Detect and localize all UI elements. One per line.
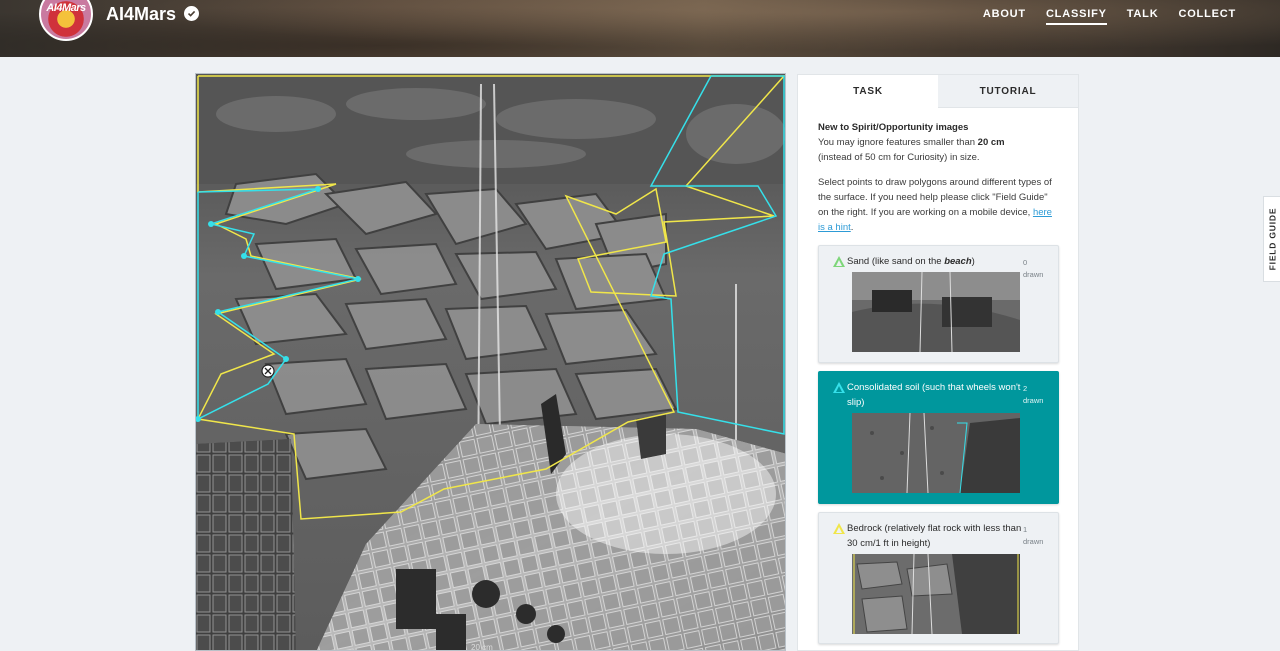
tool-sand-count-unit: drawn: [1023, 270, 1044, 279]
tool-sand-label-prefix: Sand (like sand on the: [847, 256, 945, 267]
project-title[interactable]: AI4Mars: [106, 4, 176, 25]
tool-sand-label-suffix: ): [971, 256, 975, 267]
subject-image-viewer[interactable]: 20 cm: [195, 73, 786, 651]
tool-sand-count: 0 drawn: [1023, 257, 1043, 281]
tab-tutorial[interactable]: TUTORIAL: [938, 75, 1078, 108]
task-line2: (instead of 50 cm for Curiosity) in size…: [818, 152, 980, 163]
project-header: AI4Mars AI4Mars ABOUT CLASSIFY TALK COLL…: [0, 0, 1280, 57]
triangle-tool-icon: [833, 256, 845, 267]
tool-consolidated-soil-count: 2 drawn: [1023, 383, 1043, 407]
tab-task[interactable]: TASK: [798, 75, 938, 108]
task-instructions: New to Spirit/Opportunity images You may…: [798, 108, 1078, 235]
nav-about[interactable]: ABOUT: [983, 8, 1026, 25]
task-heading: New to Spirit/Opportunity images: [818, 122, 969, 133]
triangle-tool-icon: [833, 382, 845, 393]
task-line1-bold: 20 cm: [977, 137, 1005, 148]
task-instructions-text: Select points to draw polygons around di…: [818, 177, 1052, 218]
tool-consolidated-soil-example-image: [852, 413, 1020, 493]
tool-consolidated-soil-count-unit: drawn: [1023, 396, 1044, 405]
tool-consolidated-soil-count-value: 2: [1023, 384, 1028, 393]
tool-bedrock-example-image: [852, 554, 1020, 634]
tool-sand-count-value: 0: [1023, 258, 1028, 267]
scale-label: 20 cm: [471, 643, 493, 651]
task-instructions-end: .: [850, 222, 854, 233]
task-tabs: TASK TUTORIAL: [798, 75, 1078, 108]
project-avatar[interactable]: AI4Mars: [39, 0, 93, 41]
tool-consolidated-soil[interactable]: Consolidated soil (such that wheels won'…: [818, 371, 1059, 504]
task-panel: TASK TUTORIAL New to Spirit/Opportunity …: [797, 74, 1079, 651]
task-line1-prefix: You may ignore features smaller than: [818, 137, 978, 148]
tool-sand-label: Sand (like sand on the beach): [847, 254, 1023, 269]
tool-sand[interactable]: Sand (like sand on the beach) 0 drawn: [818, 245, 1059, 363]
tool-sand-label-emph: beach: [944, 256, 972, 267]
triangle-tool-icon: [833, 523, 845, 534]
field-guide-tab[interactable]: FIELD GUIDE: [1263, 196, 1280, 282]
tool-consolidated-soil-label: Consolidated soil (such that wheels won'…: [847, 382, 1021, 408]
tool-bedrock-count-value: 1: [1023, 525, 1028, 534]
close-circle-icon[interactable]: [261, 364, 275, 378]
tool-sand-example-image: [852, 272, 1020, 352]
field-guide-label: FIELD GUIDE: [1267, 207, 1278, 271]
tool-bedrock-count: 1 drawn: [1023, 524, 1043, 548]
nav-talk[interactable]: TALK: [1127, 8, 1159, 25]
project-nav: ABOUT CLASSIFY TALK COLLECT: [983, 8, 1236, 25]
nav-classify[interactable]: CLASSIFY: [1045, 8, 1107, 25]
avatar-logo-text: AI4Mars: [46, 2, 86, 14]
tool-bedrock-count-unit: drawn: [1023, 537, 1044, 546]
check-circle-icon: [184, 6, 199, 21]
mars-surface-image[interactable]: 20 cm: [196, 74, 786, 651]
tool-bedrock-label: Bedrock (relatively flat rock with less …: [847, 523, 1022, 549]
nav-collect[interactable]: COLLECT: [1178, 8, 1236, 25]
tool-bedrock[interactable]: Bedrock (relatively flat rock with less …: [818, 512, 1059, 644]
